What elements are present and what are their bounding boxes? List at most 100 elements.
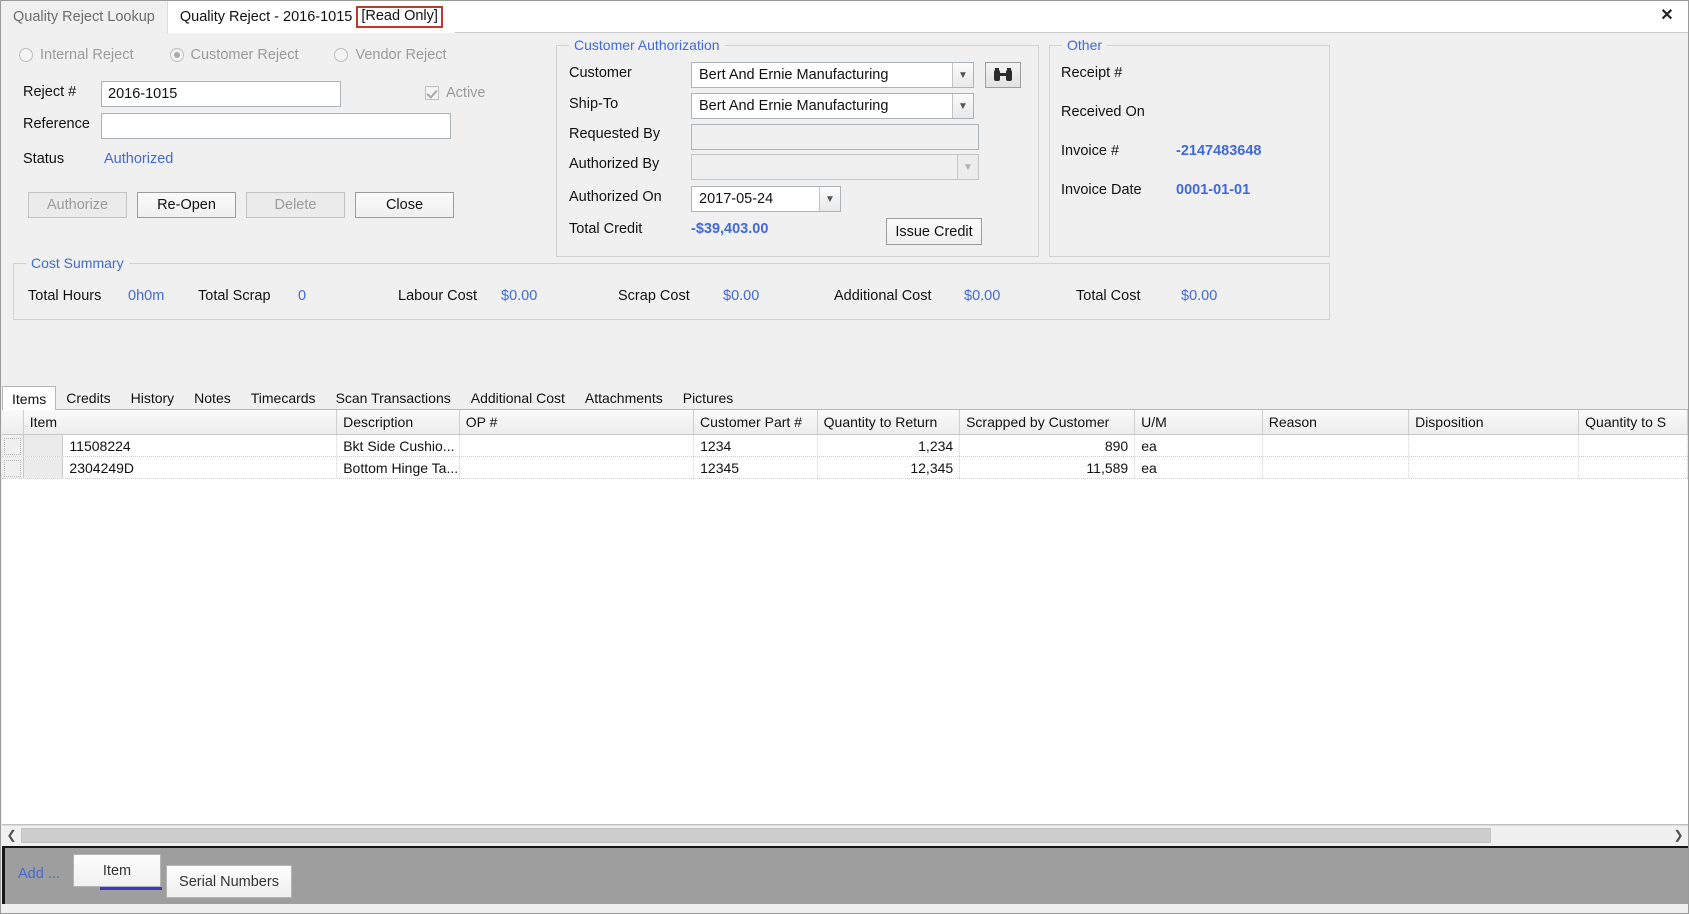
radio-label: Vendor Reject bbox=[355, 47, 447, 63]
tab-attachments[interactable]: Attachments bbox=[574, 386, 673, 409]
status-label: Status bbox=[23, 151, 65, 167]
column-header-item[interactable]: Item bbox=[23, 410, 338, 434]
row-select-button[interactable] bbox=[23, 435, 64, 456]
table-row[interactable]: 11508224 Bkt Side Cushio... 1234 1,234 8… bbox=[2, 435, 1688, 457]
tab-label: Attachments bbox=[584, 390, 663, 406]
tab-credits[interactable]: Credits bbox=[56, 386, 121, 409]
status-value: Authorized bbox=[104, 151, 174, 167]
column-header-um[interactable]: U/M bbox=[1135, 410, 1263, 434]
scrollbar-track[interactable] bbox=[21, 825, 1669, 845]
cell-quantity-to-return: 1,234 bbox=[818, 435, 961, 456]
customer-lookup-button[interactable] bbox=[985, 62, 1021, 88]
cell-um: ea bbox=[1135, 435, 1263, 456]
column-header-quantity-to-s[interactable]: Quantity to S bbox=[1579, 410, 1688, 434]
radio-internal-reject[interactable]: Internal Reject bbox=[19, 47, 134, 63]
row-indicator[interactable] bbox=[2, 435, 24, 456]
close-button[interactable]: Close bbox=[355, 192, 454, 218]
doc-tab-quality-reject-2016-1015[interactable]: Quality Reject - 2016-1015 [Read Only] bbox=[167, 1, 455, 33]
customer-label: Customer bbox=[569, 65, 632, 81]
reject-number-input[interactable]: 2016-1015 bbox=[101, 81, 341, 107]
column-header-quantity-to-return[interactable]: Quantity to Return bbox=[817, 410, 961, 434]
receipt-number-label: Receipt # bbox=[1061, 65, 1123, 81]
add-item-label: Item bbox=[102, 862, 132, 879]
reject-type-radio-group: Internal Reject Customer Reject Vendor R… bbox=[19, 47, 447, 63]
radio-indicator bbox=[169, 48, 184, 62]
tab-additional-cost[interactable]: Additional Cost bbox=[460, 386, 575, 409]
doc-tab-label: Quality Reject - 2016-1015 bbox=[179, 8, 353, 25]
received-on-label: Received On bbox=[1061, 104, 1145, 120]
authorize-button[interactable]: Authorize bbox=[28, 192, 127, 218]
window-tabstrip: Quality Reject Lookup Quality Reject - 2… bbox=[1, 1, 1688, 33]
chevron-left-icon[interactable]: ❮ bbox=[2, 825, 21, 845]
re-open-button[interactable]: Re-Open bbox=[137, 192, 236, 218]
tab-history[interactable]: History bbox=[120, 386, 185, 409]
column-header-op[interactable]: OP # bbox=[459, 410, 695, 434]
radio-indicator bbox=[19, 48, 33, 62]
reference-input[interactable] bbox=[101, 113, 451, 139]
tab-scan-transactions[interactable]: Scan Transactions bbox=[325, 386, 461, 409]
tab-notes[interactable]: Notes bbox=[184, 386, 241, 409]
grid-horizontal-scrollbar[interactable]: ❮ ❯ bbox=[2, 825, 1688, 845]
total-scrap-label: Total Scrap bbox=[198, 288, 271, 304]
customer-select[interactable]: Bert And Ernie Manufacturing ▼ bbox=[691, 62, 974, 88]
tab-label: Items bbox=[12, 390, 47, 407]
table-row[interactable]: 2304249D Bottom Hinge Ta... 12345 12,345… bbox=[2, 457, 1688, 479]
row-indicator[interactable] bbox=[2, 457, 24, 478]
tab-label: Credits bbox=[66, 390, 111, 406]
requested-by-input[interactable] bbox=[691, 124, 979, 150]
issue-credit-button[interactable]: Issue Credit bbox=[886, 218, 982, 245]
column-header-customer-part[interactable]: Customer Part # bbox=[694, 410, 818, 434]
authorized-by-select[interactable]: ▼ bbox=[691, 154, 979, 180]
cost-summary-title: Cost Summary bbox=[26, 255, 129, 271]
close-icon[interactable]: ✕ bbox=[1656, 5, 1678, 27]
cell-reason bbox=[1263, 435, 1410, 456]
column-header-scrapped-by-customer[interactable]: Scrapped by Customer bbox=[960, 410, 1136, 434]
scrollbar-thumb[interactable] bbox=[21, 827, 1491, 843]
add-serial-numbers-label: Serial Numbers bbox=[179, 873, 279, 890]
scrap-cost-value: $0.00 bbox=[723, 288, 760, 304]
tab-items[interactable]: Items bbox=[2, 386, 57, 410]
total-credit-value: -$39,403.00 bbox=[691, 221, 769, 237]
cell-customer-part: 1234 bbox=[694, 435, 818, 456]
row-indicator-header bbox=[2, 410, 24, 434]
radio-vendor-reject[interactable]: Vendor Reject bbox=[334, 47, 447, 63]
customer-authorization-title: Customer Authorization bbox=[569, 37, 725, 53]
reference-label: Reference bbox=[23, 116, 90, 132]
radio-customer-reject[interactable]: Customer Reject bbox=[169, 47, 298, 63]
chevron-down-icon: ▼ bbox=[819, 187, 840, 211]
add-serial-numbers-button[interactable]: Serial Numbers bbox=[166, 865, 292, 898]
cell-quantity-to-return: 12,345 bbox=[818, 457, 961, 478]
tab-label: History bbox=[130, 390, 175, 406]
cell-quantity-to-s bbox=[1579, 457, 1688, 478]
read-only-badge: [Read Only] bbox=[356, 5, 443, 28]
radio-label: Internal Reject bbox=[40, 47, 134, 63]
cell-um: ea bbox=[1135, 457, 1263, 478]
cell-scrapped-by-customer: 890 bbox=[960, 435, 1136, 456]
column-header-reason[interactable]: Reason bbox=[1262, 410, 1410, 434]
requested-by-label: Requested By bbox=[569, 126, 661, 142]
cell-customer-part: 12345 bbox=[694, 457, 818, 478]
authorized-on-datepicker[interactable]: 2017-05-24 ▼ bbox=[691, 186, 841, 212]
checkbox-indicator bbox=[425, 86, 439, 100]
tab-timecards[interactable]: Timecards bbox=[240, 386, 326, 409]
scrap-cost-label: Scrap Cost bbox=[618, 288, 690, 304]
bottom-action-bar: Add ... Item Serial Numbers bbox=[2, 846, 1688, 904]
delete-button[interactable]: Delete bbox=[246, 192, 345, 218]
active-checkbox[interactable]: Active bbox=[425, 85, 486, 101]
row-select-button[interactable] bbox=[23, 457, 64, 478]
authorized-by-label: Authorized By bbox=[569, 156, 660, 172]
column-header-description[interactable]: Description bbox=[337, 410, 460, 434]
additional-cost-value: $0.00 bbox=[964, 288, 1001, 304]
doc-tab-quality-reject-lookup[interactable]: Quality Reject Lookup bbox=[1, 1, 168, 33]
chevron-right-icon[interactable]: ❯ bbox=[1669, 825, 1688, 845]
cell-item: 2304249D bbox=[63, 457, 338, 478]
add-item-button[interactable]: Item bbox=[73, 854, 162, 890]
cell-scrapped-by-customer: 11,589 bbox=[960, 457, 1136, 478]
ship-to-select[interactable]: Bert And Ernie Manufacturing ▼ bbox=[691, 93, 974, 119]
column-header-disposition[interactable]: Disposition bbox=[1409, 410, 1580, 434]
chevron-down-icon: ▼ bbox=[952, 94, 973, 118]
reject-number-label: Reject # bbox=[23, 84, 77, 100]
add-link[interactable]: Add ... bbox=[18, 866, 60, 882]
cell-op bbox=[460, 457, 695, 478]
tab-pictures[interactable]: Pictures bbox=[672, 386, 744, 409]
